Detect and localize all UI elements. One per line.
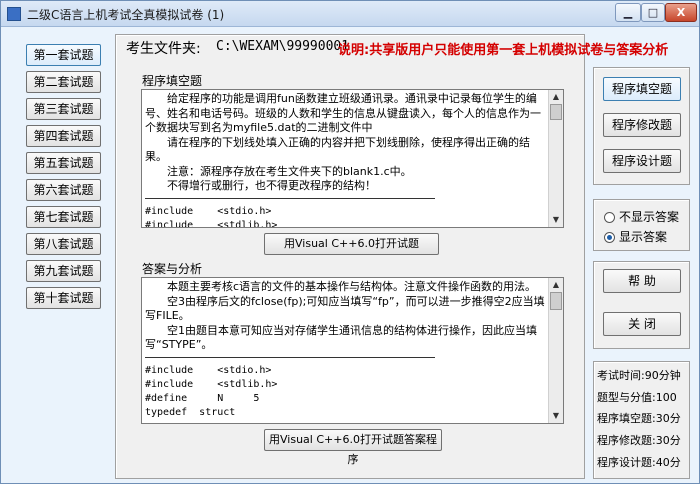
answer-para: 空3由程序后文的fclose(fp);可知应当填写“fp”，而可以进一步推得空2… bbox=[145, 294, 545, 323]
set-button-4[interactable]: 第四套试题 bbox=[26, 125, 101, 147]
open-answer-button[interactable]: 用Visual C++6.0打开试题答案程序 bbox=[264, 429, 442, 466]
answer-textbox[interactable]: 本题主要考核c语言的文件的基本操作与结构体。注意文件操作函数的用法。 空3由程序… bbox=[141, 277, 564, 424]
answer-label: 答案与分析 bbox=[142, 262, 203, 276]
open-question-button[interactable]: 用Visual C++6.0打开试题 bbox=[264, 233, 439, 255]
set-button-10[interactable]: 第十套试题 bbox=[26, 287, 101, 309]
set-button-1[interactable]: 第一套试题 bbox=[26, 44, 101, 66]
set-button-7[interactable]: 第七套试题 bbox=[26, 206, 101, 228]
window-title: 二级C语言上机考试全真模拟试卷 (1) bbox=[27, 8, 225, 22]
show-answer-option[interactable]: 显示答案 bbox=[604, 228, 667, 245]
scroll-down-icon[interactable]: ▼ bbox=[550, 214, 562, 226]
question-textbox[interactable]: 给定程序的功能是调用fun函数建立班级通讯录。通讯录中记录每位学生的编号、姓名和… bbox=[141, 89, 564, 228]
hide-answer-label: 不显示答案 bbox=[619, 210, 680, 224]
set-button-2[interactable]: 第二套试题 bbox=[26, 71, 101, 93]
info-line: 考试时间:90分钟 bbox=[597, 369, 681, 382]
question-label: 程序填空题 bbox=[142, 74, 203, 88]
question-para: 给定程序的功能是调用fun函数建立班级通讯录。通讯录中记录每位学生的编号、姓名和… bbox=[145, 92, 541, 134]
set-button-9[interactable]: 第九套试题 bbox=[26, 260, 101, 282]
help-button[interactable]: 帮 助 bbox=[603, 269, 681, 293]
type-button-fill[interactable]: 程序填空题 bbox=[603, 77, 681, 101]
set-button-3[interactable]: 第三套试题 bbox=[26, 98, 101, 120]
info-line: 题型与分值:100 bbox=[597, 391, 677, 404]
answer-content: 本题主要考核c语言的文件的基本操作与结构体。注意文件操作函数的用法。 空3由程序… bbox=[145, 280, 545, 420]
path-label: 考生文件夹: bbox=[126, 41, 201, 57]
scroll-thumb[interactable] bbox=[550, 104, 562, 120]
scroll-up-icon[interactable]: ▲ bbox=[550, 91, 562, 103]
type-button-design[interactable]: 程序设计题 bbox=[603, 149, 681, 173]
app-icon bbox=[7, 7, 21, 21]
title-bar: 二级C语言上机考试全真模拟试卷 (1) ▁ □ X bbox=[1, 1, 699, 27]
divider bbox=[145, 356, 435, 358]
info-line: 程序填空题:30分 bbox=[597, 412, 681, 425]
path-value: C:\WEXAM\99990001 bbox=[216, 39, 350, 54]
exam-info-panel: 考试时间:90分钟 题型与分值:100 程序填空题:30分 程序修改题:30分 … bbox=[593, 361, 690, 479]
app-window: 二级C语言上机考试全真模拟试卷 (1) ▁ □ X 第一套试题 第二套试题 第三… bbox=[0, 0, 700, 484]
maximize-button[interactable]: □ bbox=[641, 3, 665, 22]
answer-scrollbar[interactable]: ▲ ▼ bbox=[548, 278, 563, 423]
divider bbox=[145, 197, 435, 199]
set-button-6[interactable]: 第六套试题 bbox=[26, 179, 101, 201]
minimize-button[interactable]: ▁ bbox=[615, 3, 641, 22]
exit-button[interactable]: 关 闭 bbox=[603, 312, 681, 336]
set-button-8[interactable]: 第八套试题 bbox=[26, 233, 101, 255]
question-content: 给定程序的功能是调用fun函数建立班级通讯录。通讯录中记录每位学生的编号、姓名和… bbox=[145, 92, 545, 228]
type-panel: 程序填空题 程序修改题 程序设计题 bbox=[593, 67, 690, 185]
scroll-down-icon[interactable]: ▼ bbox=[550, 410, 562, 422]
show-answer-label: 显示答案 bbox=[619, 230, 668, 244]
question-para: 注意：源程序存放在考生文件夹下的blank1.c中。 bbox=[167, 164, 412, 178]
question-para: 不得增行或删行，也不得更改程序的结构！ bbox=[167, 179, 376, 192]
answer-para: 空1由题目本意可知应当对存储学生通讯信息的结构体进行操作，因此应当填写“STYP… bbox=[145, 323, 537, 352]
hide-answer-option[interactable]: 不显示答案 bbox=[604, 208, 679, 225]
action-panel: 帮 助 关 闭 bbox=[593, 261, 690, 349]
scroll-thumb[interactable] bbox=[550, 292, 562, 310]
set-button-5[interactable]: 第五套试题 bbox=[26, 152, 101, 174]
scroll-up-icon[interactable]: ▲ bbox=[550, 279, 562, 291]
set-list: 第一套试题 第二套试题 第三套试题 第四套试题 第五套试题 第六套试题 第七套试… bbox=[26, 37, 106, 323]
info-line: 程序修改题:30分 bbox=[597, 434, 681, 447]
question-para: 请在程序的下划线处填入正确的内容并把下划线删除，使程序得出正确的结果。 bbox=[145, 135, 530, 164]
notice-text: 说明:共享版用户只能使用第一套上机模拟试卷与答案分析 bbox=[338, 43, 669, 58]
main-panel: 考生文件夹: C:\WEXAM\99990001 说明:共享版用户只能使用第一套… bbox=[115, 34, 668, 479]
info-line: 程序设计题:40分 bbox=[597, 456, 681, 469]
close-window-button[interactable]: X bbox=[665, 3, 697, 22]
question-code: #include <stdio.h> #include <stdlib.h> #… bbox=[145, 205, 278, 228]
answer-para: 本题主要考核c语言的文件的基本操作与结构体。注意文件操作函数的用法。 bbox=[167, 280, 537, 293]
question-scrollbar[interactable]: ▲ ▼ bbox=[548, 90, 563, 227]
answer-toggle-panel: 不显示答案 显示答案 bbox=[593, 199, 690, 251]
type-button-fix[interactable]: 程序修改题 bbox=[603, 113, 681, 137]
radio-on-icon[interactable] bbox=[604, 232, 615, 243]
answer-code: #include <stdio.h> #include <stdlib.h> #… bbox=[145, 364, 278, 418]
radio-off-icon[interactable] bbox=[604, 212, 615, 223]
